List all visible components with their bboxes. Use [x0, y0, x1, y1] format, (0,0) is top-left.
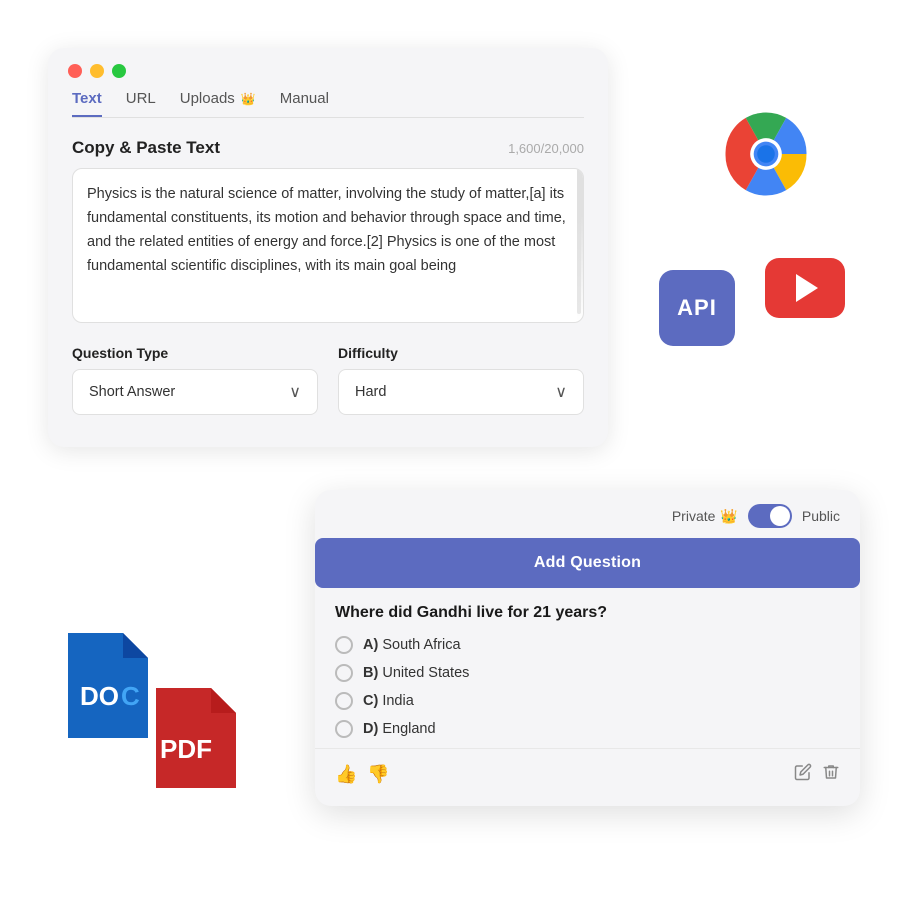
private-crown-icon: 👑: [720, 508, 737, 525]
text-input-area[interactable]: Physics is the natural science of matter…: [72, 168, 584, 323]
titlebar: [48, 48, 608, 90]
difficulty-label: Difficulty: [338, 345, 584, 361]
option-d-label: D) England: [363, 721, 436, 737]
input-card: Text URL Uploads 👑 Manual Copy & Paste T…: [48, 48, 608, 447]
chevron-down-icon: ∨: [289, 382, 301, 402]
svg-text:DO: DO: [80, 681, 119, 711]
tab-url[interactable]: URL: [126, 90, 156, 117]
tab-text[interactable]: Text: [72, 90, 102, 117]
question-type-label: Question Type: [72, 345, 318, 361]
option-b-row: B) United States: [335, 664, 840, 682]
toggle-row: Private 👑 Public: [315, 490, 860, 538]
option-b-label: B) United States: [363, 665, 469, 681]
text-content: Physics is the natural science of matter…: [87, 186, 566, 274]
radio-c[interactable]: [335, 692, 353, 710]
dot-red: [68, 64, 82, 78]
footer-right-icons: [794, 763, 840, 786]
radio-d[interactable]: [335, 720, 353, 738]
doc-icon: DO C: [58, 633, 148, 738]
footer-left-icons: 👍 👎: [335, 764, 390, 785]
question-text: Where did Gandhi live for 21 years?: [335, 604, 840, 622]
question-type-select[interactable]: Short Answer ∨: [72, 369, 318, 415]
api-text: API: [677, 295, 717, 321]
quiz-card-footer: 👍 👎: [315, 748, 860, 790]
section-header: Copy & Paste Text 1,600/20,000: [72, 138, 584, 158]
difficulty-group: Difficulty Hard ∨: [338, 345, 584, 415]
dot-yellow: [90, 64, 104, 78]
trash-icon[interactable]: [822, 763, 840, 786]
difficulty-select[interactable]: Hard ∨: [338, 369, 584, 415]
tabs-row: Text URL Uploads 👑 Manual: [72, 90, 584, 118]
toggle-thumb: [770, 506, 790, 526]
youtube-icon: [765, 258, 845, 318]
question-type-value: Short Answer: [89, 384, 175, 400]
radio-a[interactable]: [335, 636, 353, 654]
tab-uploads[interactable]: Uploads 👑: [180, 90, 256, 117]
question-type-group: Question Type Short Answer ∨: [72, 345, 318, 415]
option-a-row: A) South Africa: [335, 636, 840, 654]
dot-green: [112, 64, 126, 78]
option-c-row: C) India: [335, 692, 840, 710]
tab-manual[interactable]: Manual: [280, 90, 329, 117]
quiz-card: Private 👑 Public Add Question Where did …: [315, 490, 860, 806]
private-label: Private 👑: [672, 508, 738, 525]
option-c-label: C) India: [363, 693, 414, 709]
thumbup-icon[interactable]: 👍: [335, 764, 357, 785]
uploads-crown-icon: 👑: [241, 92, 256, 106]
dropdowns-row: Question Type Short Answer ∨ Difficulty …: [72, 345, 584, 415]
visibility-toggle[interactable]: [748, 504, 792, 528]
public-label: Public: [802, 508, 840, 524]
svg-text:C: C: [121, 681, 140, 711]
question-block: Where did Gandhi live for 21 years? A) S…: [315, 588, 860, 738]
section-title: Copy & Paste Text: [72, 138, 220, 158]
svg-text:PDF: PDF: [160, 734, 212, 764]
char-count: 1,600/20,000: [508, 141, 584, 156]
edit-icon[interactable]: [794, 763, 812, 786]
play-icon: [796, 274, 818, 302]
add-question-button[interactable]: Add Question: [315, 538, 860, 588]
difficulty-value: Hard: [355, 384, 386, 400]
option-a-label: A) South Africa: [363, 637, 461, 653]
thumbdown-icon[interactable]: 👎: [367, 764, 389, 785]
pdf-icon: PDF: [148, 688, 236, 788]
api-badge: API: [659, 270, 735, 346]
chevron-down-icon-2: ∨: [555, 382, 567, 402]
chrome-icon: [722, 110, 810, 198]
radio-b[interactable]: [335, 664, 353, 682]
option-d-row: D) England: [335, 720, 840, 738]
